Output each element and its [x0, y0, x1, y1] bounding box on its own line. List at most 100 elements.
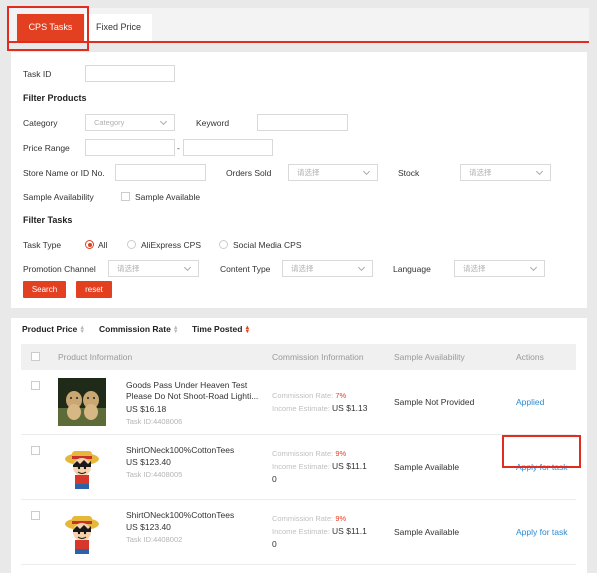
sort-time-posted[interactable]: Time Posted ▲ ▼ — [192, 324, 251, 335]
orders-sold-label: Orders Sold — [226, 168, 272, 178]
sort-arrows-icon: ▲ ▼ — [79, 324, 86, 335]
task-id: Task ID:4408002 — [126, 535, 183, 544]
price-separator: - — [177, 143, 180, 153]
task-type-all-radio[interactable] — [85, 240, 94, 249]
select-all-checkbox[interactable] — [31, 352, 40, 361]
commission-rate-label: Commission Rate: — [272, 514, 334, 523]
commission-info: Commission Rate: 9% Income Estimate: US … — [272, 448, 387, 485]
search-button[interactable]: Search — [23, 281, 66, 298]
sort-arrows-icon: ▲ ▼ — [172, 324, 179, 335]
tab-fixed-price[interactable]: Fixed Price — [85, 14, 152, 41]
header-actions: Actions — [516, 352, 544, 362]
task-type-aliexpress-label: AliExpress CPS — [141, 240, 201, 250]
sort-commission-rate-label: Commission Rate — [99, 324, 171, 334]
income-estimate-wrap: 0 — [272, 539, 277, 549]
category-label: Category — [23, 118, 58, 128]
sample-availability: Sample Not Provided — [394, 397, 475, 407]
language-placeholder: 请选择 — [463, 264, 486, 273]
commission-info: Commission Rate: 7% Income Estimate: US … — [272, 390, 387, 415]
task-id: Task ID:4408005 — [126, 470, 183, 479]
header-commission-information: Commission Information — [272, 352, 364, 362]
sample-availability-label: Sample Availability — [23, 192, 94, 202]
chevron-down-icon — [362, 167, 371, 176]
sample-availability: Sample Available — [394, 462, 460, 472]
keyword-label: Keyword — [196, 118, 230, 128]
product-name[interactable]: ShirtONeck100%CottonTees — [126, 510, 261, 521]
stock-label: Stock — [398, 168, 420, 178]
chevron-down-icon — [183, 263, 192, 272]
product-price: US $123.40 — [126, 457, 171, 467]
orders-sold-placeholder: 请选择 — [297, 168, 320, 177]
store-label: Store Name or ID No. — [23, 168, 105, 178]
task-id: Task ID:4408006 — [126, 417, 183, 426]
filter-panel: Task ID Filter Products Category Categor… — [11, 52, 587, 308]
task-type-aliexpress-radio[interactable] — [127, 240, 136, 249]
cartoon-character-image — [58, 443, 106, 491]
commission-info: Commission Rate: 9% Income Estimate: US … — [272, 513, 387, 550]
income-estimate-label: Income Estimate: — [272, 462, 330, 471]
sort-arrows-active-icon: ▲ ▼ — [244, 324, 251, 335]
task-type-social-radio[interactable] — [219, 240, 228, 249]
apply-for-task-link[interactable]: Apply for task — [516, 527, 568, 537]
chevron-down-icon — [357, 263, 366, 272]
header-sample-availability: Sample Availability — [394, 352, 465, 362]
category-placeholder: Category — [94, 118, 125, 127]
income-estimate-wrap: 0 — [272, 474, 277, 484]
row-checkbox[interactable] — [31, 446, 40, 455]
language-label: Language — [393, 264, 431, 274]
commission-rate-label: Commission Rate: — [272, 391, 334, 400]
product-name[interactable]: Goods Pass Under Heaven Test Please Do N… — [126, 380, 261, 402]
task-id-input[interactable] — [85, 65, 175, 82]
dogs-photo-image — [58, 378, 106, 426]
sample-available-option-label: Sample Available — [135, 192, 201, 202]
apply-for-task-link[interactable]: Apply for task — [516, 462, 568, 472]
price-max-input[interactable] — [183, 139, 273, 156]
income-estimate: US $11.1 — [332, 526, 367, 536]
price-min-input[interactable] — [85, 139, 175, 156]
keyword-input[interactable] — [257, 114, 348, 131]
filter-products-heading: Filter Products — [23, 93, 87, 103]
orders-sold-select[interactable]: 请选择 — [288, 164, 378, 181]
sample-availability: Sample Available — [394, 527, 460, 537]
store-input[interactable] — [115, 164, 206, 181]
income-estimate-label: Income Estimate: — [272, 527, 330, 536]
row-checkbox[interactable] — [31, 381, 40, 390]
chevron-down-icon — [529, 263, 538, 272]
table-row: ShirtONeck100%CottonTees US $123.40 Task… — [21, 436, 576, 500]
sort-product-price[interactable]: Product Price ▲ ▼ — [22, 324, 86, 335]
tab-bar: CPS Tasks Fixed Price — [7, 8, 589, 43]
table-row: Goods Pass Under Heaven Test Please Do N… — [21, 371, 576, 435]
product-name[interactable]: ShirtONeck100%CottonTees — [126, 445, 261, 456]
income-estimate: US $11.1 — [332, 461, 367, 471]
category-select[interactable]: Category — [85, 114, 175, 131]
reset-button[interactable]: reset — [76, 281, 112, 298]
product-price: US $16.18 — [126, 404, 167, 414]
sort-commission-rate[interactable]: Commission Rate ▲ ▼ — [99, 324, 179, 335]
tab-cps-tasks[interactable]: CPS Tasks — [17, 14, 84, 41]
content-type-label: Content Type — [220, 264, 271, 274]
task-type-label: Task Type — [23, 240, 62, 250]
language-select[interactable]: 请选择 — [454, 260, 545, 277]
chevron-down-icon — [159, 117, 168, 126]
commission-rate: 7% — [335, 391, 347, 400]
promotion-channel-placeholder: 请选择 — [117, 264, 140, 273]
product-price: US $123.40 — [126, 522, 171, 532]
commission-rate: 9% — [335, 449, 347, 458]
sample-available-checkbox[interactable] — [121, 192, 130, 201]
row-checkbox[interactable] — [31, 511, 40, 520]
commission-rate: 9% — [335, 514, 347, 523]
table-row: ShirtONeck100%CottonTees US $123.40 Task… — [21, 501, 576, 565]
content-type-select[interactable]: 请选择 — [282, 260, 373, 277]
income-estimate-label: Income Estimate: — [272, 404, 330, 413]
task-type-social-label: Social Media CPS — [233, 240, 302, 250]
content-type-placeholder: 请选择 — [291, 264, 314, 273]
promotion-channel-label: Promotion Channel — [23, 264, 96, 274]
promotion-channel-select[interactable]: 请选择 — [108, 260, 199, 277]
applied-link[interactable]: Applied — [516, 397, 544, 407]
chevron-down-icon — [535, 167, 544, 176]
stock-select[interactable]: 请选择 — [460, 164, 551, 181]
sort-product-price-label: Product Price — [22, 324, 78, 334]
commission-rate-label: Commission Rate: — [272, 449, 334, 458]
cartoon-character-image — [58, 508, 106, 556]
price-range-label: Price Range — [23, 143, 70, 153]
